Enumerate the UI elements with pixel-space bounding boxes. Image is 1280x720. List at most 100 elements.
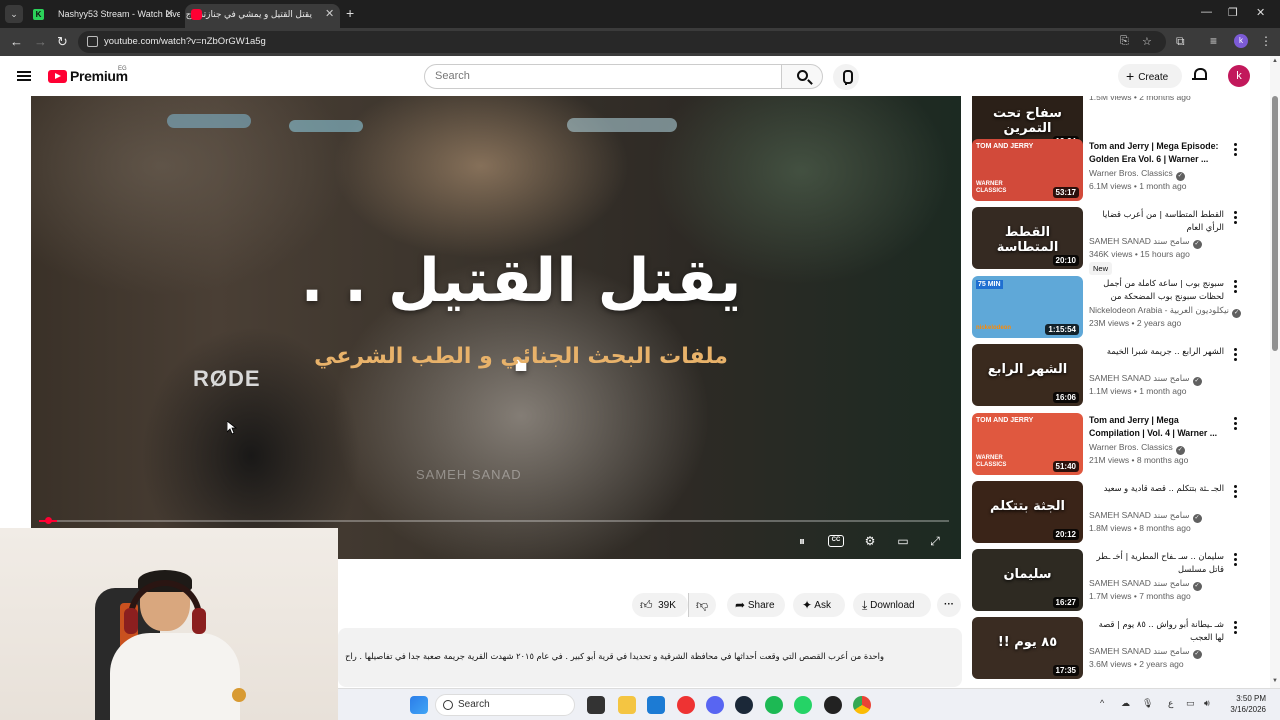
video-title[interactable]: Tom and Jerry | Mega Compilation | Vol. … — [1089, 414, 1224, 440]
forward-icon[interactable]: → — [34, 34, 47, 49]
video-thumbnail[interactable]: الشهر الرابع 16:06 — [972, 344, 1083, 406]
volume-icon[interactable]: 🔊︎ — [1204, 698, 1210, 709]
video-title[interactable]: الجـ ـثة بتتكلم .. قصة قادية و سعيد — [1089, 482, 1224, 495]
discord-icon[interactable] — [706, 696, 724, 714]
video-title[interactable]: سليمان .. سـ ـفاح المطرية | أخـ ـطر قاتل… — [1089, 550, 1225, 576]
file-explorer-icon[interactable] — [618, 696, 636, 714]
more-options-icon[interactable] — [1230, 417, 1240, 431]
tab-youtube-video[interactable]: يقتل القتيل و يمشي في جنازته | ج ✕ — [185, 4, 340, 28]
scroll-up-icon[interactable]: ▲ — [1272, 58, 1278, 64]
recommendation-item[interactable]: الشهر الرابع 16:06 الشهر الرابع .. جريمة ش… — [970, 344, 1270, 408]
recommendation-item[interactable]: سليمان 16:27 سليمان .. سـ ـفاح المطرية | أ… — [970, 549, 1270, 613]
description-box[interactable]: واحدة من أعرب القصص التي وقعت أحداثها في… — [338, 628, 962, 687]
spotify-icon[interactable] — [765, 696, 783, 714]
more-options-icon[interactable] — [1230, 348, 1240, 362]
dislike-button[interactable]: 👎︎ — [688, 593, 716, 617]
video-title[interactable]: شـ ـيطانة أبو رواش .. ٨٥ يوم | قصة لها ا… — [1089, 618, 1224, 644]
taskbar-clock[interactable]: 3:50 PM 3/16/2026 — [1216, 693, 1266, 715]
like-button[interactable]: 👍︎ 39K — [632, 593, 688, 617]
close-tab-icon[interactable]: ✕ — [165, 4, 174, 24]
ask-button[interactable]: ✦ Ask — [793, 593, 845, 617]
video-player[interactable]: يقتل القتيل . . . ملفات البحث الجنائي و … — [31, 96, 961, 559]
video-thumbnail[interactable]: القطط المتطاسة 20:10 — [972, 207, 1083, 269]
tab-search-menu-icon[interactable]: ⌄ — [5, 5, 23, 23]
video-title[interactable]: القطط المتطاسة | من أعرب قضايا الرأي الع… — [1089, 208, 1225, 234]
channel-name[interactable]: Nickelodeon Arabia - نيكلوديون العربية ✓ — [1089, 305, 1242, 318]
create-button[interactable]: + Create — [1118, 64, 1182, 88]
close-window-icon[interactable]: ✕ — [1256, 6, 1265, 19]
recommendation-item[interactable]: ٨٥ يوم !! 17:35 شـ ـيطانة أبو رواش .. ٨٥ ي… — [970, 617, 1270, 681]
youtube-logo-icon[interactable] — [48, 70, 67, 83]
windows-start-icon[interactable] — [410, 696, 428, 714]
voice-search-mic-icon[interactable] — [833, 64, 859, 90]
fullscreen-icon[interactable]: ⤢ — [925, 532, 945, 550]
search-input[interactable] — [435, 70, 765, 82]
progress-bar[interactable] — [39, 517, 949, 524]
network-icon[interactable]: ☁ — [1121, 698, 1130, 709]
obs-icon[interactable] — [824, 696, 842, 714]
task-view-icon[interactable] — [587, 696, 605, 714]
whatsapp-icon[interactable] — [794, 696, 812, 714]
scroll-down-icon[interactable]: ▼ — [1272, 678, 1278, 684]
share-button[interactable]: ➦ Share — [727, 593, 785, 617]
recommendation-item[interactable]: الجثة بتتكلم 20:12 الجـ ـثة بتتكلم .. قصة … — [970, 481, 1270, 545]
captions-icon[interactable]: CC — [828, 535, 844, 547]
bookmark-star-icon[interactable]: ☆ — [1142, 35, 1152, 48]
notifications-bell-icon[interactable] — [1192, 68, 1207, 82]
video-thumbnail[interactable]: سليمان 16:27 — [972, 549, 1083, 611]
browser-profile-avatar[interactable]: k — [1234, 34, 1248, 48]
more-actions-icon[interactable]: ··· — [937, 593, 961, 617]
more-options-icon[interactable] — [1230, 621, 1240, 635]
pause-icon[interactable]: ⏸ — [792, 532, 812, 550]
video-thumbnail[interactable]: ٨٥ يوم !! 17:35 — [972, 617, 1083, 679]
mic-tray-icon[interactable]: 🎙︎ — [1142, 698, 1153, 709]
channel-name[interactable]: SAMEH SANAD سامح سند ✓ — [1089, 646, 1202, 659]
steam-icon[interactable] — [735, 696, 753, 714]
more-options-icon[interactable] — [1230, 485, 1240, 499]
display-icon[interactable]: ▭ — [1186, 698, 1195, 709]
video-title[interactable]: سبونج بوب | ساعة كاملة من أجمل لحظات سبو… — [1089, 277, 1224, 304]
download-button[interactable]: ⤓ Download — [853, 593, 931, 617]
site-info-icon[interactable] — [87, 36, 98, 47]
tray-overflow-icon[interactable]: ^ — [1100, 698, 1104, 708]
reading-list-icon[interactable]: ≡ — [1210, 34, 1217, 48]
more-options-icon[interactable] — [1230, 211, 1240, 225]
search-button[interactable] — [781, 64, 823, 89]
install-app-icon[interactable]: ⎘ — [1120, 35, 1129, 48]
channel-name[interactable]: Warner Bros. Classics ✓ — [1089, 442, 1185, 455]
browser-menu-icon[interactable]: ⋮ — [1260, 34, 1272, 48]
page-scrollbar[interactable]: ▲ ▼ — [1270, 56, 1280, 688]
video-thumbnail[interactable]: TOM AND JERRY WARNER CLASSICS 53:17 — [972, 139, 1083, 201]
app-icon[interactable] — [677, 696, 695, 714]
more-options-icon[interactable] — [1230, 553, 1240, 567]
minimize-icon[interactable]: — — [1201, 6, 1212, 18]
scrollbar-thumb[interactable] — [1272, 96, 1278, 351]
keyboard-language[interactable]: ع — [1168, 698, 1173, 709]
video-thumbnail[interactable]: 75 MIN nickelodeon 1:15:54 — [972, 276, 1083, 338]
extensions-icon[interactable]: ⧉ — [1176, 34, 1185, 49]
video-thumbnail[interactable]: TOM AND JERRY WARNER CLASSICS 51:40 — [972, 413, 1083, 475]
scrubber-handle[interactable] — [45, 517, 52, 524]
channel-name[interactable]: SAMEH SANAD سامح سند ✓ — [1089, 236, 1202, 249]
video-title[interactable]: الشهر الرابع .. جريمة شبرا الخيمة — [1089, 345, 1224, 358]
recommendation-item[interactable]: القطط المتطاسة 20:10 القطط المتطاسة | من أ… — [970, 207, 1270, 275]
video-title[interactable]: Tom and Jerry | Mega Episode: Golden Era… — [1089, 140, 1224, 166]
channel-name[interactable]: SAMEH SANAD سامح سند ✓ — [1089, 578, 1202, 591]
close-tab-icon[interactable]: ✕ — [325, 4, 334, 24]
chrome-icon[interactable] — [853, 696, 871, 714]
url-text[interactable]: youtube.com/watch?v=nZbOrGW1a5g — [104, 36, 266, 47]
miniplayer-icon[interactable]: ▭ — [893, 532, 913, 550]
video-thumbnail[interactable]: الجثة بتتكلم 20:12 — [972, 481, 1083, 543]
recommendation-item[interactable]: TOM AND JERRY WARNER CLASSICS 51:40 Tom and … — [970, 413, 1270, 477]
tab-kick-stream[interactable]: K Nashyy53 Stream - Watch Live ✕ — [28, 4, 180, 28]
back-icon[interactable]: ← — [10, 34, 23, 49]
recommendation-item[interactable]: 75 MIN nickelodeon 1:15:54 سبونج بوب | ساعة… — [970, 276, 1270, 340]
recommendation-item[interactable]: TOM AND JERRY WARNER CLASSICS 53:17 Tom and … — [970, 139, 1270, 203]
account-avatar[interactable]: k — [1228, 65, 1250, 87]
hamburger-menu-icon[interactable] — [17, 71, 31, 81]
restore-icon[interactable]: ❐ — [1228, 6, 1238, 19]
channel-name[interactable]: SAMEH SANAD سامح سند ✓ — [1089, 373, 1202, 386]
new-tab-icon[interactable]: + — [346, 5, 354, 21]
settings-gear-icon[interactable]: ⚙ — [860, 532, 880, 550]
reload-icon[interactable]: ↻ — [57, 34, 68, 50]
